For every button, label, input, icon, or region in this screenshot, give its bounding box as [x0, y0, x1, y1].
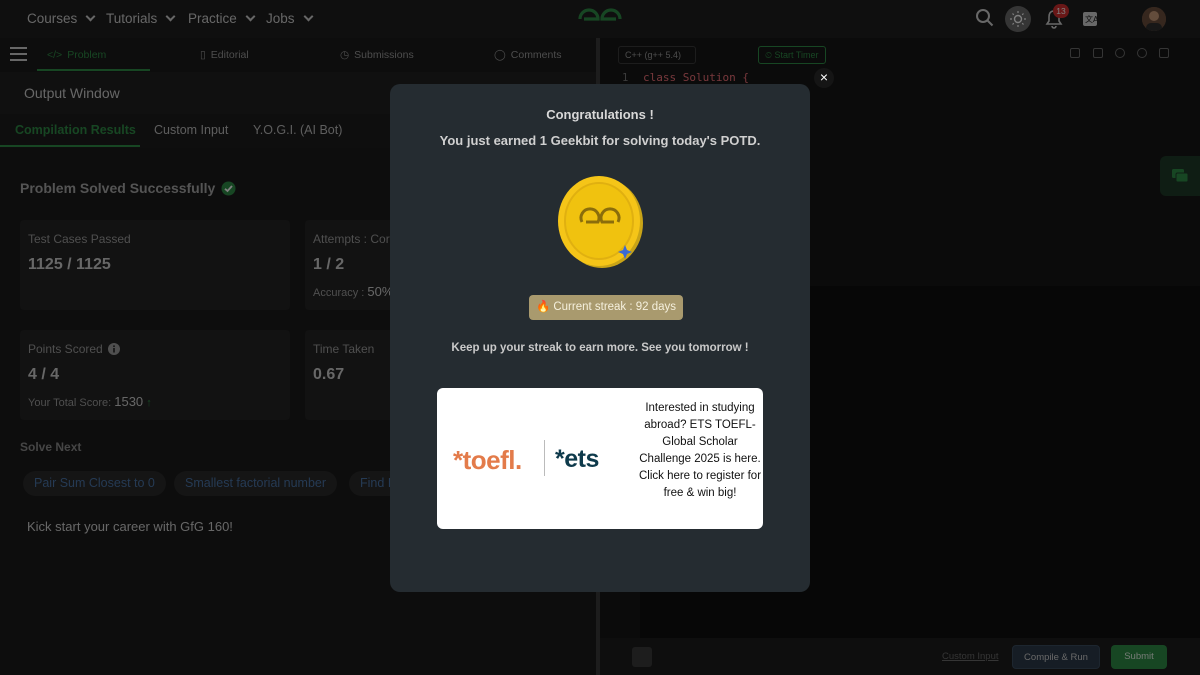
fire-icon: 🔥 [536, 301, 551, 313]
ad-divider [544, 440, 545, 476]
streak-text: Current streak : 92 days [553, 301, 677, 313]
close-modal-button[interactable]: × [814, 68, 834, 88]
ad-text: Interested in studying abroad? ETS TOEFL… [638, 402, 762, 499]
toefl-ad-banner[interactable]: *toefl. *ets Interested in studying abro… [437, 388, 763, 529]
geekbit-coin-icon [558, 176, 643, 268]
toefl-logo: *toefl. [453, 445, 522, 475]
streak-badge: 🔥 Current streak : 92 days [529, 295, 684, 320]
modal-subtitle: You just earned 1 Geekbit for solving to… [439, 133, 761, 148]
ets-logo: *ets [555, 445, 599, 473]
modal-title: Congratulations ! [546, 107, 654, 122]
keep-streak-text: Keep up your streak to earn more. See yo… [451, 342, 749, 354]
potd-congratulations-modal: Congratulations ! You just earned 1 Geek… [390, 84, 810, 592]
